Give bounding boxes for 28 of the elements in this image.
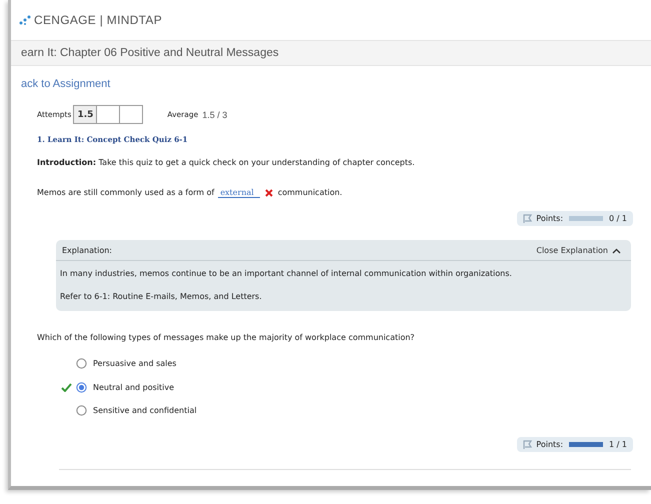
radio-button[interactable] (76, 382, 87, 393)
question-text: Which of the following types of messages make up the majority of workplace communication? (37, 333, 416, 342)
introduction-text: Introduction: Take this quiz to get a quick check on your understanding of chapter concepts. (37, 158, 416, 167)
page-title: earn It: Chapter 06 Positive and Neutral Messages (21, 47, 279, 59)
option-label[interactable]: Persuasive and sales (93, 359, 176, 368)
option-label[interactable]: Neutral and positive (93, 382, 174, 392)
radio-button[interactable] (76, 405, 87, 416)
average-value: 1.5 / 3 (202, 110, 228, 120)
question-text: Memos are still commonly used as a form of (37, 188, 214, 197)
flag-icon (523, 440, 534, 448)
flag-icon (523, 214, 534, 223)
answer-field[interactable]: external (218, 188, 260, 198)
caret-icon (612, 248, 621, 254)
radio-button[interactable] (76, 358, 87, 370)
attempt-slot: 1.5 (73, 105, 98, 124)
points-label: Points: (536, 214, 564, 223)
close-explanation-link[interactable]: Close Explanation (536, 246, 621, 255)
explanation-text: In many industries, memos continue to be an important channel of internal communication within organizations. (60, 269, 513, 278)
option-label[interactable]: Sensitive and confidential (93, 406, 197, 416)
back-link[interactable]: ack to Assignment (21, 78, 110, 90)
explanation-text: Refer to 6-1: Routine E-mails, Memos, and Letters. (60, 292, 263, 301)
points-reading: 1 / 1 (609, 440, 627, 448)
points-label: Points: (536, 440, 564, 448)
question-text: communication. (278, 188, 342, 197)
logo-icon (19, 15, 31, 25)
points-reading: 0 / 1 (609, 214, 627, 223)
logo: CENGAGE | MINDTAP (34, 13, 162, 27)
explanation-title: Explanation: (62, 246, 112, 255)
